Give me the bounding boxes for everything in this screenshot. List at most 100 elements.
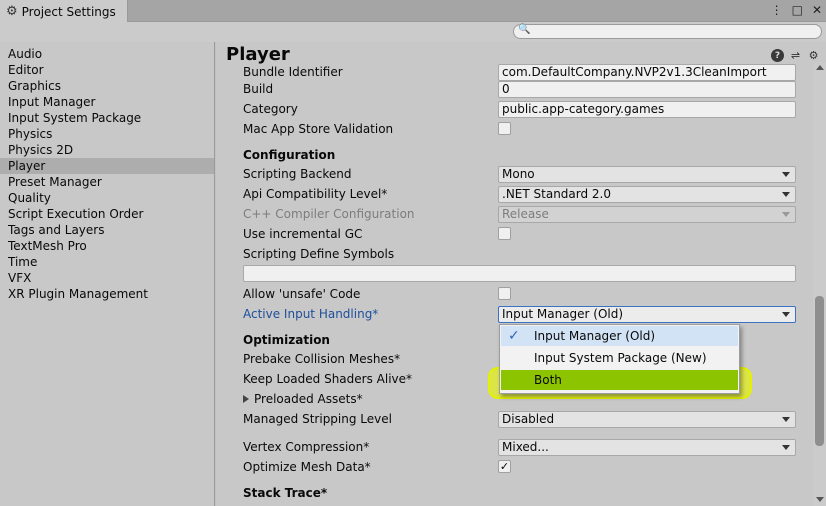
optimize-mesh-label: Optimize Mesh Data* <box>243 460 371 474</box>
allow-unsafe-label: Allow 'unsafe' Code <box>243 287 361 301</box>
scripting-backend-label: Scripting Backend <box>243 167 352 181</box>
preloaded-assets-label: Preloaded Assets* <box>254 392 363 406</box>
sidebar-item-vfx[interactable]: VFX <box>0 270 214 286</box>
chevron-down-icon <box>782 192 790 197</box>
configuration-section-title: Configuration <box>243 148 336 162</box>
prebake-label: Prebake Collision Meshes* <box>243 352 401 366</box>
chevron-down-icon <box>782 312 790 317</box>
vertex-compression-value: Mixed... <box>502 440 549 454</box>
row-active-input-handling: Active Input Handling* Input Manager (Ol… <box>243 306 798 324</box>
row-mac-app-store-validation: Mac App Store Validation <box>243 121 798 139</box>
option-input-system-package-new[interactable]: Input System Package (New) <box>501 348 738 368</box>
row-category: Category public.app-category.games <box>243 101 798 119</box>
option-label: Input Manager (Old) <box>534 329 656 343</box>
scripting-backend-dropdown[interactable]: Mono <box>498 166 796 183</box>
keep-shaders-label: Keep Loaded Shaders Alive* <box>243 372 413 386</box>
row-optimize-mesh: Optimize Mesh Data* ✓ <box>243 459 798 477</box>
sidebar-item-quality[interactable]: Quality <box>0 190 214 206</box>
scripting-backend-value: Mono <box>502 167 535 181</box>
row-configuration-header: Configuration <box>243 147 798 165</box>
vertex-compression-label: Vertex Compression* <box>243 440 370 454</box>
incremental-gc-checkbox[interactable] <box>498 227 511 240</box>
sidebar-item-script-execution-order[interactable]: Script Execution Order <box>0 206 214 222</box>
sidebar-item-graphics[interactable]: Graphics <box>0 78 214 94</box>
option-input-manager-old[interactable]: ✓ Input Manager (Old) <box>501 326 738 346</box>
optimization-section-title: Optimization <box>243 333 330 347</box>
checkmark-icon: ✓ <box>508 328 520 344</box>
define-symbols-label: Scripting Define Symbols <box>243 247 395 261</box>
project-settings-tab[interactable]: ⚙ Project Settings <box>0 0 128 23</box>
row-scripting-backend: Scripting Backend Mono <box>243 166 798 184</box>
sidebar-item-player[interactable]: Player <box>0 158 214 174</box>
build-label: Build <box>243 82 274 96</box>
mac-app-store-validation-label: Mac App Store Validation <box>243 122 394 136</box>
sidebar-item-xr-plugin-management[interactable]: XR Plugin Management <box>0 286 214 302</box>
managed-stripping-dropdown[interactable]: Disabled <box>498 411 796 428</box>
settings-sidebar: Audio Editor Graphics Input Manager Inpu… <box>0 42 215 506</box>
sidebar-item-input-manager[interactable]: Input Manager <box>0 94 214 110</box>
category-field[interactable]: public.app-category.games <box>498 101 796 118</box>
scroll-down-icon[interactable] <box>816 497 824 502</box>
cpp-compiler-value: Release <box>502 207 549 221</box>
sidebar-item-textmesh-pro[interactable]: TextMesh Pro <box>0 238 214 254</box>
build-field[interactable]: 0 <box>498 81 796 98</box>
vertical-scrollbar[interactable] <box>813 62 826 506</box>
chevron-down-icon <box>782 212 790 217</box>
gear-icon: ⚙ <box>6 4 18 19</box>
title-bar: ⚙ Project Settings ⋮ □ ✕ <box>0 0 826 23</box>
active-input-handling-popup: ✓ Input Manager (Old) Input System Packa… <box>499 324 740 394</box>
row-allow-unsafe: Allow 'unsafe' Code <box>243 286 798 304</box>
allow-unsafe-checkbox[interactable] <box>498 287 511 300</box>
option-both[interactable]: Both <box>501 370 738 390</box>
maximize-icon[interactable]: □ <box>792 3 803 17</box>
cpp-compiler-label: C++ Compiler Configuration <box>243 207 415 221</box>
settings-gear-icon[interactable]: ⚙ <box>807 49 820 62</box>
active-input-handling-label: Active Input Handling* <box>243 307 379 321</box>
option-label: Both <box>534 373 562 387</box>
chevron-down-icon <box>782 445 790 450</box>
preset-sliders-icon[interactable]: ⇌ <box>789 49 802 62</box>
kebab-menu-icon[interactable]: ⋮ <box>771 3 783 17</box>
row-define-symbols: Scripting Define Symbols <box>243 246 798 264</box>
foldout-arrow-icon <box>243 395 249 403</box>
sidebar-item-time[interactable]: Time <box>0 254 214 270</box>
active-input-handling-dropdown[interactable]: Input Manager (Old) <box>498 306 796 323</box>
window-controls: ⋮ □ ✕ <box>771 3 822 17</box>
sidebar-item-audio[interactable]: Audio <box>0 46 214 62</box>
search-icon: 🔍 <box>518 24 531 35</box>
row-incremental-gc: Use incremental GC <box>243 226 798 244</box>
row-api-compatibility: Api Compatibility Level* .NET Standard 2… <box>243 186 798 204</box>
player-settings-panel: Player ? ⇌ ⚙ Bundle Identifier com.Defau… <box>216 42 826 506</box>
scroll-up-icon[interactable] <box>816 65 824 70</box>
sidebar-item-tags-and-layers[interactable]: Tags and Layers <box>0 222 214 238</box>
bundle-identifier-field[interactable]: com.DefaultCompany.NVP2v1.3CleanImport <box>498 64 796 81</box>
tab-title: Project Settings <box>21 4 116 19</box>
mac-app-store-validation-checkbox[interactable] <box>498 122 511 135</box>
optimize-mesh-checkbox[interactable]: ✓ <box>498 460 511 473</box>
close-icon[interactable]: ✕ <box>812 3 822 17</box>
row-cpp-compiler: C++ Compiler Configuration Release <box>243 206 798 224</box>
sidebar-item-input-system-package[interactable]: Input System Package <box>0 110 214 126</box>
define-symbols-field[interactable] <box>243 265 796 282</box>
chevron-down-icon <box>782 172 790 177</box>
bundle-identifier-label: Bundle Identifier <box>243 65 343 79</box>
search-input[interactable]: 🔍 <box>513 24 822 39</box>
scrollbar-thumb[interactable] <box>815 296 824 446</box>
sidebar-item-editor[interactable]: Editor <box>0 62 214 78</box>
page-title: Player <box>226 44 290 65</box>
preloaded-assets-foldout[interactable]: Preloaded Assets* <box>243 392 363 406</box>
help-icon[interactable]: ? <box>771 49 784 62</box>
row-managed-stripping: Managed Stripping Level Disabled <box>243 411 798 429</box>
row-vertex-compression: Vertex Compression* Mixed... <box>243 439 798 457</box>
sidebar-item-preset-manager[interactable]: Preset Manager <box>0 174 214 190</box>
search-row: 🔍 <box>0 22 826 42</box>
vertex-compression-dropdown[interactable]: Mixed... <box>498 439 796 456</box>
sidebar-item-physics-2d[interactable]: Physics 2D <box>0 142 214 158</box>
option-label: Input System Package (New) <box>534 351 707 365</box>
stack-trace-section-title: Stack Trace* <box>243 486 328 500</box>
api-compatibility-dropdown[interactable]: .NET Standard 2.0 <box>498 186 796 203</box>
managed-stripping-value: Disabled <box>502 412 555 426</box>
category-label: Category <box>243 102 298 116</box>
api-compatibility-label: Api Compatibility Level* <box>243 187 388 201</box>
sidebar-item-physics[interactable]: Physics <box>0 126 214 142</box>
